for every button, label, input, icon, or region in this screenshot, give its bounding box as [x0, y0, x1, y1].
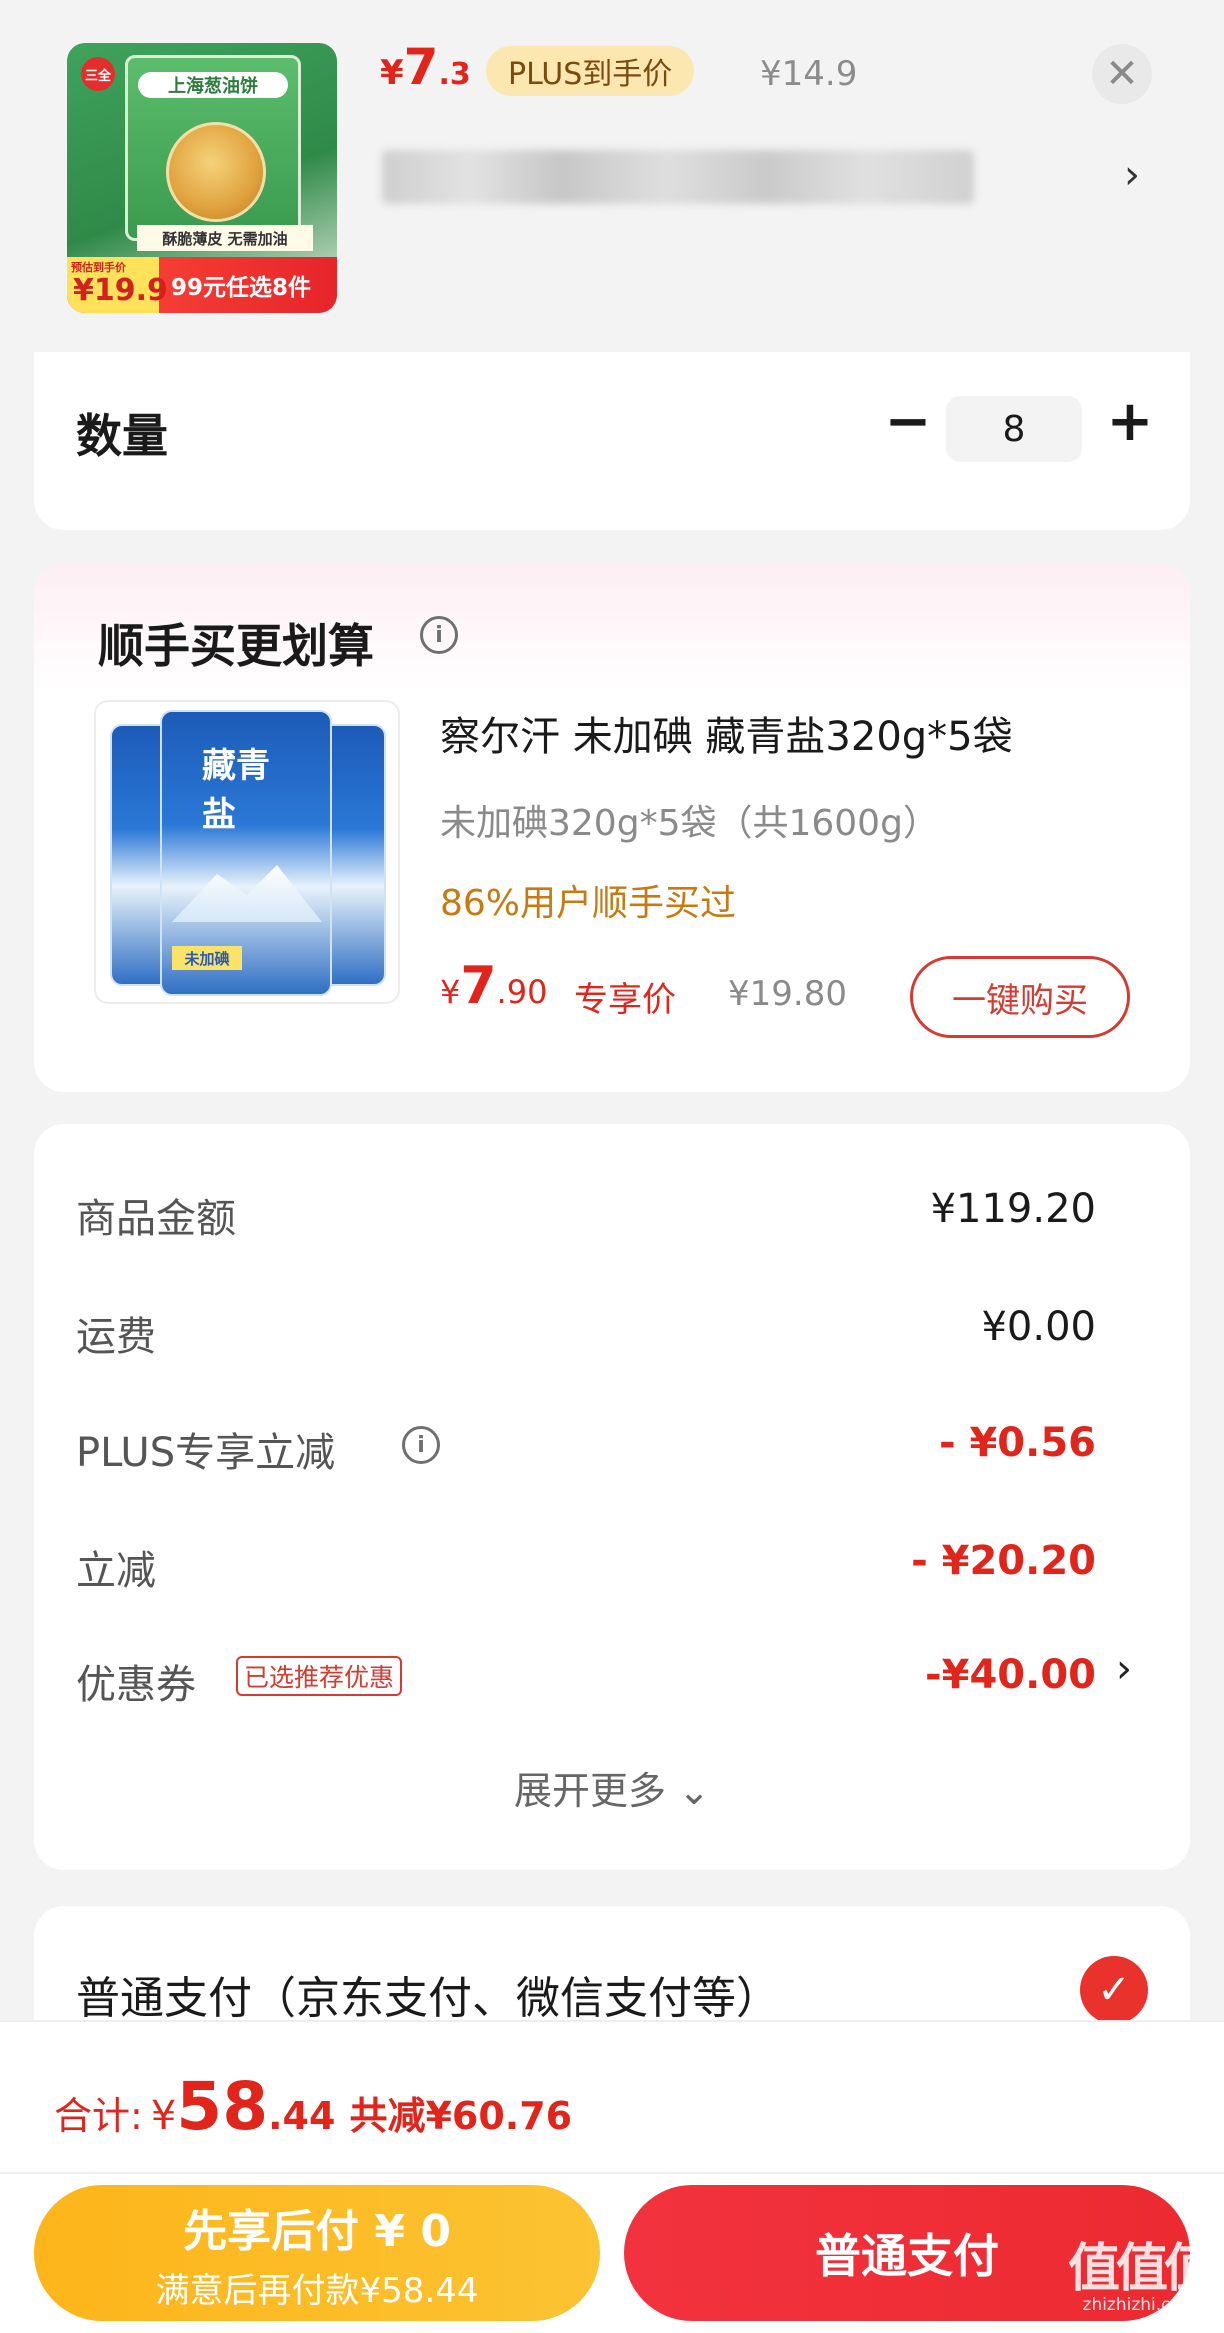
brand-logo: 三全 [81, 57, 115, 91]
price-summary-card: 商品金额 ¥119.20 运费 ¥0.00 PLUS专享立减 i - ¥0.56… [34, 1124, 1190, 1870]
salt-bag-label: 藏青盐 [202, 746, 270, 835]
pancake-image [166, 122, 266, 222]
total-saved: 共减¥60.76 [349, 2094, 573, 2138]
upsell-product-image[interactable]: 藏青盐 未加碘 [94, 700, 400, 1004]
chevron-right-icon[interactable]: › [1124, 152, 1140, 198]
badge-promo-text: 99元任选8件 [171, 275, 312, 301]
pay-later-button[interactable]: 先享后付 ¥ 0 满意后再付款¥58.44 [34, 2185, 600, 2321]
pay-later-sub-label: 满意后再付款¥58.44 [155, 2270, 479, 2311]
total-decimal: .44 [268, 2094, 336, 2138]
summary-label-shipping: 运费 [76, 1314, 156, 1360]
quantity-increase-button[interactable]: + [1100, 392, 1160, 452]
salt-bag-front: 藏青盐 未加碘 [160, 710, 332, 996]
upsell-card: 顺手买更划算 i 藏青盐 未加碘 察尔汗 未加碘 藏青盐320g*5袋 未加碘3… [34, 564, 1190, 1092]
summary-label-subtotal: 商品金额 [76, 1196, 236, 1242]
close-icon: ✕ [1105, 51, 1139, 97]
badge-price-value: ¥19.9 [73, 273, 168, 308]
quantity-card: 数量 − 8 + [34, 352, 1190, 530]
info-icon[interactable]: i [402, 1426, 440, 1464]
product-price: ¥ 7 .3 [380, 38, 471, 96]
upsell-price: ¥ 7 .90 [440, 956, 547, 1016]
summary-value-plus-discount: - ¥0.56 [938, 1420, 1096, 1466]
upsell-price-integer: 7 [460, 956, 497, 1016]
summary-label-coupon[interactable]: 优惠券 [76, 1652, 196, 1710]
price-decimal: .3 [438, 57, 471, 92]
upsell-price-currency: ¥ [440, 973, 461, 1011]
site-watermark: 值值值 zhizhizhi.com [1068, 2226, 1216, 2315]
spec-selector-blurred[interactable] [382, 150, 974, 204]
product-header: 三全 上海葱油饼 酥脆薄皮 无需加油 预估到手价 ¥19.9 99元任选8件 ¥… [0, 0, 1224, 352]
pay-later-main-label: 先享后付 ¥ 0 [183, 2205, 451, 2257]
salt-bag-tag: 未加碘 [172, 946, 242, 970]
watermark-logo: 值值值 [1068, 2239, 1216, 2299]
badge-price-block: 预估到手价 ¥19.9 [67, 257, 168, 313]
quantity-label: 数量 [76, 409, 168, 463]
quantity-decrease-button[interactable]: − [878, 392, 938, 452]
product-thumbnail[interactable]: 三全 上海葱油饼 酥脆薄皮 无需加油 预估到手价 ¥19.9 99元任选8件 [67, 43, 337, 313]
one-click-buy-button[interactable]: 一键购买 [910, 956, 1130, 1038]
summary-value-subtotal: ¥119.20 [930, 1186, 1096, 1232]
check-icon[interactable]: ✓ [1080, 1956, 1148, 2024]
upsell-exclusive-label: 专享价 [574, 980, 676, 1020]
total-currency: ¥ [150, 2093, 177, 2139]
close-button[interactable]: ✕ [1092, 44, 1152, 104]
coupon-recommended-badge: 已选推荐优惠 [236, 1656, 403, 1696]
upsell-price-decimal: .90 [496, 973, 548, 1011]
total-label: 合计: [54, 2094, 143, 2138]
summary-value-coupon[interactable]: -¥40.00 [925, 1652, 1096, 1698]
upsell-social-proof: 86%用户顺手买过 [440, 883, 737, 924]
total-amount: 合计: ¥ 58 .44 共减¥60.76 [54, 2068, 572, 2145]
original-price: ¥14.9 [760, 54, 858, 94]
thumbnail-price-badge: 预估到手价 ¥19.9 99元任选8件 [67, 257, 337, 313]
checkout-bar: 合计: ¥ 58 .44 共减¥60.76 先享后付 ¥ 0 满意后再付款¥58… [0, 2020, 1224, 2333]
divider [0, 2172, 1224, 2174]
price-currency: ¥ [380, 53, 404, 93]
summary-label-instant-discount: 立减 [76, 1548, 156, 1594]
payment-method-label: 普通支付（京东支付、微信支付等） [76, 1973, 780, 2024]
summary-label-plus-discount: PLUS专享立减 [76, 1430, 336, 1476]
summary-value-shipping: ¥0.00 [981, 1304, 1096, 1350]
quantity-input[interactable]: 8 [946, 396, 1082, 462]
mountain-illustration [172, 865, 322, 922]
plus-price-tag: PLUS到手价 [486, 46, 695, 96]
chevron-right-icon[interactable]: › [1116, 1646, 1132, 1692]
total-integer: 58 [176, 2068, 269, 2145]
upsell-title: 顺手买更划算 [98, 619, 374, 673]
product-package: 上海葱油饼 [125, 55, 301, 241]
watermark-url: zhizhizhi.com [1082, 2295, 1198, 2315]
summary-value-instant-discount: - ¥20.20 [911, 1538, 1096, 1584]
info-icon[interactable]: i [420, 616, 458, 654]
package-slogan: 酥脆薄皮 无需加油 [137, 225, 313, 251]
upsell-product-name[interactable]: 察尔汗 未加碘 藏青盐320g*5袋 [440, 704, 1013, 762]
price-integer: 7 [403, 38, 439, 96]
package-title: 上海葱油饼 [138, 72, 288, 98]
expand-more-button[interactable]: 展开更多 ⌄ [34, 1760, 1190, 1815]
upsell-product-spec: 未加碘320g*5袋（共1600g） [440, 803, 939, 844]
upsell-original-price: ¥19.80 [728, 974, 847, 1014]
